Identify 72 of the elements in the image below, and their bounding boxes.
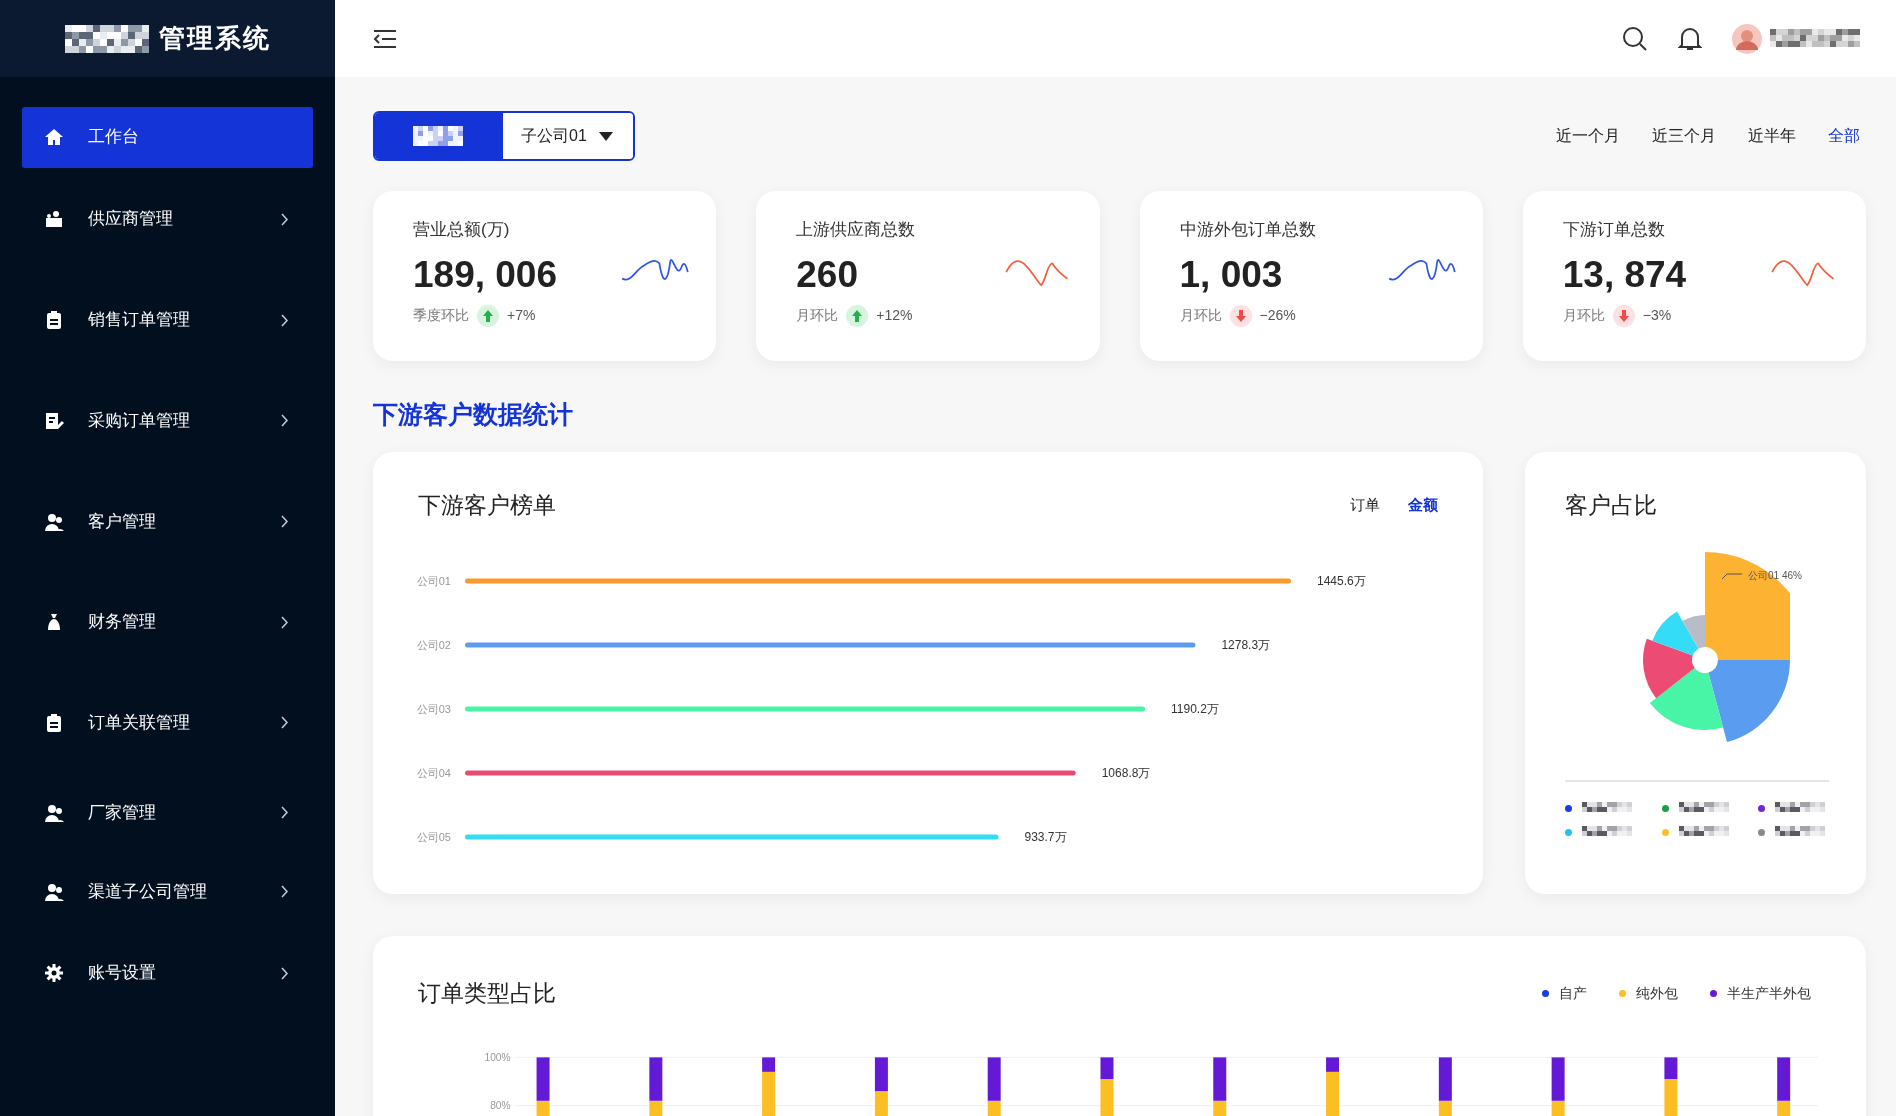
clipboard-icon (44, 712, 64, 733)
users-icon (44, 881, 64, 902)
change-value: −3% (1642, 306, 1672, 325)
axis-label: 80% (490, 1099, 511, 1111)
home-icon (44, 127, 64, 147)
axis-label: 公司01 (416, 574, 451, 587)
time-range-tab[interactable]: 近半年 (1748, 124, 1796, 148)
change-value: −26% (1259, 306, 1296, 325)
sidebar-item[interactable]: 账号设置 (22, 942, 313, 1004)
bell-icon[interactable] (1678, 25, 1702, 52)
stat-title: 上游供应商总数 (796, 219, 917, 241)
time-range-tab[interactable]: 全部 (1828, 124, 1860, 148)
bar (874, 1056, 888, 1091)
sidebar-item[interactable]: 厂家管理 (22, 782, 313, 843)
company-dropdown[interactable]: 子公司01 (503, 113, 633, 159)
axis-label: 公司03 (416, 702, 451, 715)
compare-label: 季度环比 (413, 306, 469, 325)
section-title: 下游客户数据统计 (373, 399, 574, 430)
pixelated-label (413, 126, 465, 146)
value-label: 1190.2万 (1171, 701, 1219, 716)
leader-line (1722, 571, 1744, 580)
value-label: 933.7万 (1024, 829, 1067, 844)
users-icon (44, 802, 64, 823)
card-title: 下游客户榜单 (418, 491, 556, 520)
value-label: 1278.3万 (1221, 637, 1271, 652)
menu-fold-icon[interactable] (372, 27, 398, 50)
sidebar-item[interactable]: 渠道子公司管理 (22, 861, 313, 922)
bar (874, 1090, 888, 1116)
change-value: +7% (507, 306, 536, 325)
stat-value: 260 (796, 252, 859, 297)
compare-label: 月环比 (1179, 306, 1222, 325)
avatar-icon[interactable] (1732, 23, 1762, 54)
caret-icon (598, 131, 613, 141)
stat-title: 下游订单总数 (1562, 219, 1666, 241)
sidebar-item[interactable]: 订单关联管理 (22, 692, 313, 753)
time-range-tab[interactable]: 近三个月 (1652, 124, 1716, 148)
stat-value: 13, 874 (1562, 252, 1688, 297)
axis-label: 公司02 (416, 638, 451, 651)
card-title: 订单类型占比 (418, 979, 556, 1008)
settings-icon (44, 963, 64, 983)
change-value: +12% (876, 306, 913, 325)
value-label: 1445.6万 (1317, 573, 1366, 588)
card-title: 客户占比 (1565, 491, 1658, 520)
sidebar-item[interactable]: 采购订单管理 (22, 390, 313, 451)
compare-label: 月环比 (1562, 306, 1605, 325)
scope-toggle[interactable] (375, 113, 503, 159)
sidebar-item[interactable]: 供应商管理 (22, 188, 313, 250)
clipboard-icon (44, 310, 64, 330)
app-title: 管理系统 (158, 22, 271, 55)
axis-label: 公司04 (416, 766, 451, 779)
document-edit-icon (44, 410, 64, 431)
legend-label: 自产 (1559, 983, 1587, 1003)
stat-title: 中游外包订单总数 (1179, 219, 1317, 241)
team-icon (44, 209, 64, 229)
compare-label: 月环比 (796, 306, 839, 325)
stat-title: 营业总额(万) (413, 219, 511, 241)
legend-label: 半生产半外包 (1727, 983, 1811, 1003)
metric-tab[interactable]: 订单 (1350, 494, 1380, 517)
stat-value: 1, 003 (1179, 252, 1284, 297)
axis-label: 公司05 (416, 830, 451, 843)
legend-label: 纯外包 (1636, 983, 1678, 1003)
axis-label: 100% (484, 1051, 511, 1063)
sidebar-item[interactable]: 销售订单管理 (22, 289, 313, 351)
metric-tab[interactable]: 金额 (1408, 494, 1438, 517)
search-icon[interactable] (1622, 25, 1648, 52)
sidebar-item[interactable]: 客户管理 (22, 491, 313, 552)
stat-value: 189, 006 (413, 252, 559, 297)
sidebar-item[interactable]: 财务管理 (22, 591, 313, 653)
time-range-tab[interactable]: 近一个月 (1556, 124, 1620, 148)
users-icon (44, 511, 64, 532)
value-label: 1068.8万 (1101, 765, 1151, 780)
sidebar-item[interactable]: 工作台 (22, 106, 313, 168)
